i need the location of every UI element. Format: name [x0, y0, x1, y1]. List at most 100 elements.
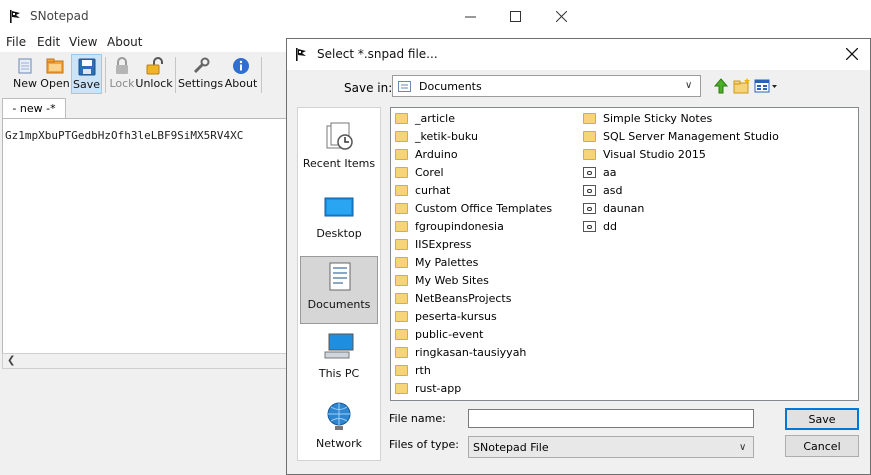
- snpad-file-icon: [583, 166, 596, 178]
- close-icon: [555, 11, 567, 22]
- desktop-area: [590, 0, 871, 38]
- folder-item[interactable]: Arduino: [395, 145, 581, 163]
- view-menu-icon[interactable]: [754, 77, 780, 95]
- file-item-label: fgroupindonesia: [415, 219, 504, 233]
- place-label: Network: [316, 437, 362, 450]
- desktop-icon: [323, 190, 355, 222]
- file-item[interactable]: asd: [583, 181, 853, 199]
- main-titlebar[interactable]: SNotepad: [0, 0, 590, 33]
- place-documents[interactable]: Documents: [300, 256, 378, 324]
- new-folder-icon[interactable]: [733, 77, 751, 95]
- folder-item[interactable]: rust-app: [395, 379, 581, 397]
- folder-item[interactable]: ringkasan-tausiyyah: [395, 343, 581, 361]
- file-item-label: curhat: [415, 183, 451, 197]
- settings-label: Settings: [177, 77, 224, 90]
- open-folder-icon: [46, 57, 64, 75]
- file-item-label: public-event: [415, 327, 484, 341]
- file-name-input[interactable]: [468, 409, 754, 428]
- save-in-dropdown[interactable]: Documents ∨: [392, 75, 701, 97]
- folder-icon: [395, 184, 408, 196]
- tab-new-document[interactable]: - new -*: [2, 98, 66, 118]
- file-item[interactable]: dd: [583, 217, 853, 235]
- unlock-label: Unlock: [135, 77, 173, 90]
- menu-file[interactable]: File: [6, 35, 26, 49]
- folder-icon: [395, 346, 408, 358]
- menu-about[interactable]: About: [107, 35, 142, 49]
- place-desktop[interactable]: Desktop: [300, 186, 378, 254]
- folder-item[interactable]: Custom Office Templates: [395, 199, 581, 217]
- new-button[interactable]: New: [11, 54, 39, 94]
- up-folder-icon[interactable]: [712, 77, 730, 95]
- file-item[interactable]: daunan: [583, 199, 853, 217]
- menu-edit[interactable]: Edit: [37, 35, 60, 49]
- open-label: Open: [40, 77, 70, 90]
- file-item-label: IISExpress: [415, 237, 472, 251]
- snpad-file-icon: [583, 184, 596, 196]
- folder-icon: [395, 112, 408, 124]
- file-item-label: SQL Server Management Studio: [603, 129, 779, 143]
- menu-view[interactable]: View: [69, 35, 97, 49]
- save-button[interactable]: Save: [785, 408, 859, 430]
- chevron-down-icon: ∨: [739, 442, 747, 453]
- cancel-button[interactable]: Cancel: [785, 435, 859, 457]
- file-list[interactable]: _article _ketik-buku Arduino Corel curhat Cus…: [390, 107, 859, 401]
- minimize-button[interactable]: [447, 0, 493, 33]
- toolbar-separator: [175, 57, 176, 93]
- folder-item[interactable]: SQL Server Management Studio: [583, 127, 853, 145]
- file-type-dropdown[interactable]: SNotepad File ∨: [468, 436, 754, 458]
- new-file-icon: [16, 57, 34, 75]
- save-toolbar-button[interactable]: Save: [71, 54, 102, 94]
- lock-button[interactable]: Lock: [109, 54, 135, 94]
- editor-textarea[interactable]: Gz1mpXbuPTGedbHzOfh3leLBF9SiMX5RV4XC: [2, 118, 302, 354]
- place-label: Recent Items: [302, 157, 376, 170]
- about-button[interactable]: About: [224, 54, 258, 94]
- folder-item[interactable]: fgroupindonesia: [395, 217, 581, 235]
- folder-item[interactable]: My Palettes: [395, 253, 581, 271]
- file-dialog: Select *.snpad file... Save in: Document…: [286, 38, 871, 475]
- folder-icon: [395, 364, 408, 376]
- new-label: New: [13, 77, 37, 90]
- folder-item[interactable]: NetBeansProjects: [395, 289, 581, 307]
- folder-item[interactable]: rth: [395, 361, 581, 379]
- open-button[interactable]: Open: [40, 54, 70, 94]
- dialog-titlebar[interactable]: Select *.snpad file...: [287, 39, 870, 70]
- folder-icon: [395, 256, 408, 268]
- folder-item[interactable]: Simple Sticky Notes: [583, 109, 853, 127]
- file-item-label: daunan: [603, 201, 645, 215]
- file-item-label: Arduino: [415, 147, 458, 161]
- maximize-button[interactable]: [492, 0, 538, 33]
- file-column-1: _article _ketik-buku Arduino Corel curhat Cus…: [395, 109, 581, 397]
- file-item-label: _ketik-buku: [415, 129, 478, 143]
- snpad-file-icon: [583, 202, 596, 214]
- unlock-button[interactable]: Unlock: [135, 54, 173, 94]
- folder-item[interactable]: _ketik-buku: [395, 127, 581, 145]
- scroll-left-icon[interactable]: ❮: [7, 355, 15, 366]
- save-disk-icon: [78, 58, 96, 76]
- place-recent-items[interactable]: Recent Items: [300, 116, 378, 184]
- folder-icon: [395, 166, 408, 178]
- close-button[interactable]: [538, 0, 584, 33]
- folder-item[interactable]: curhat: [395, 181, 581, 199]
- folder-item[interactable]: Corel: [395, 163, 581, 181]
- folder-item[interactable]: _article: [395, 109, 581, 127]
- info-icon: [232, 57, 250, 75]
- folder-icon: [395, 274, 408, 286]
- folder-item[interactable]: Visual Studio 2015: [583, 145, 853, 163]
- save-label: Save: [72, 78, 100, 91]
- dialog-close-button[interactable]: [840, 42, 864, 66]
- file-item-label: aa: [603, 165, 617, 179]
- file-item[interactable]: aa: [583, 163, 853, 181]
- unlock-icon: [145, 57, 163, 75]
- place-this-pc[interactable]: This PC: [300, 326, 378, 394]
- folder-item[interactable]: public-event: [395, 325, 581, 343]
- place-label: This PC: [318, 367, 360, 380]
- settings-button[interactable]: Settings: [177, 54, 224, 94]
- folder-item[interactable]: peserta-kursus: [395, 307, 581, 325]
- folder-item[interactable]: IISExpress: [395, 235, 581, 253]
- place-network[interactable]: Network: [300, 396, 378, 464]
- horizontal-scrollbar[interactable]: ❮: [2, 353, 302, 369]
- app-logo-icon: [10, 10, 20, 23]
- folder-item[interactable]: My Web Sites: [395, 271, 581, 289]
- folder-icon: [583, 130, 596, 142]
- save-in-value: Documents: [419, 80, 482, 93]
